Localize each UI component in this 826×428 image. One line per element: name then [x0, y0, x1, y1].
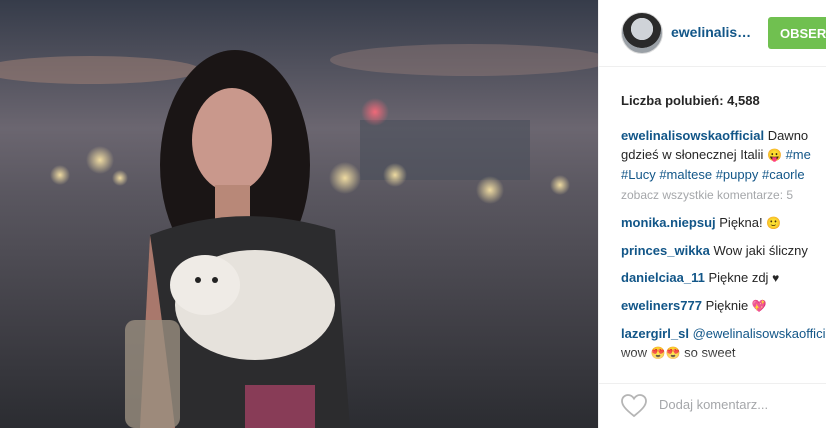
hashtag-link[interactable]: #puppy: [716, 167, 759, 182]
comment-username[interactable]: danielciaa_11: [621, 270, 705, 285]
comment-bar: Dodaj komentarz...: [599, 383, 826, 428]
comment: eweliners777 Pięknie 💖: [621, 296, 826, 316]
comment: princes_wikka Wow jaki śliczny: [621, 241, 826, 260]
comment: lazergirl_sl @ewelinalisowskaofficial: [621, 324, 826, 343]
caption: ewelinalisowskaofficial Dawno: [621, 126, 826, 145]
comments-list: ewelinalisowskaofficial Dawno gdzieś w s…: [621, 126, 826, 363]
hashtag-link[interactable]: #me: [786, 147, 811, 162]
likes-count[interactable]: Liczba polubień: 4,588: [621, 93, 760, 108]
photo-illustration: [0, 0, 598, 428]
heart-icon[interactable]: [621, 394, 647, 418]
author-username[interactable]: ewelinalis…: [671, 24, 751, 40]
comment-username[interactable]: monika.niepsuj: [621, 215, 716, 230]
sparkling-heart-emoji-icon: 💖: [751, 299, 767, 313]
caption-text: gdzieś w słonecznej Italii: [621, 147, 764, 162]
follow-button[interactable]: OBSERWUJ: [768, 17, 826, 49]
mention-link[interactable]: @ewelinalisowskaofficial: [693, 326, 826, 341]
comment: monika.niepsuj Piękna! 🙂: [621, 213, 826, 233]
add-comment-input[interactable]: Dodaj komentarz...: [659, 397, 768, 412]
hashtag-link[interactable]: #Lucy: [621, 167, 656, 182]
heart-emoji-icon: ♥: [772, 271, 780, 285]
caption-username[interactable]: ewelinalisowskaofficial: [621, 128, 764, 143]
caption-text: Dawno: [767, 128, 809, 143]
avatar[interactable]: [621, 12, 663, 54]
hashtag-link[interactable]: #caorle: [762, 167, 805, 182]
comment-username[interactable]: eweliners777: [621, 298, 702, 313]
comment-text: Piękne zdj: [708, 270, 769, 285]
caption-line-2: gdzieś w słonecznej Italii 😛 #me: [621, 145, 826, 165]
comments-fade: [599, 350, 826, 374]
comment-username[interactable]: princes_wikka: [621, 243, 710, 258]
comment: danielciaa_11 Piękne zdj ♥: [621, 268, 826, 288]
post-sidebar: ewelinalis… OBSERWUJ Liczba polubień: 4,…: [598, 0, 826, 428]
caption-line-3: #Lucy #maltese #puppy #caorle: [621, 165, 826, 184]
see-all-comments-link[interactable]: zobacz wszystkie komentarze: 5: [621, 186, 826, 205]
comment-username[interactable]: lazergirl_sl: [621, 326, 689, 341]
comment-text: Pięknie: [705, 298, 749, 313]
post-photo[interactable]: [0, 0, 598, 428]
tongue-emoji-icon: 😛: [766, 148, 782, 162]
post-header: ewelinalis… OBSERWUJ: [599, 0, 826, 67]
comment-text: Piękna!: [719, 215, 763, 230]
smile-emoji-icon: 🙂: [766, 216, 782, 230]
comment-text: Wow jaki śliczny: [713, 243, 808, 258]
hashtag-link[interactable]: #maltese: [659, 167, 712, 182]
